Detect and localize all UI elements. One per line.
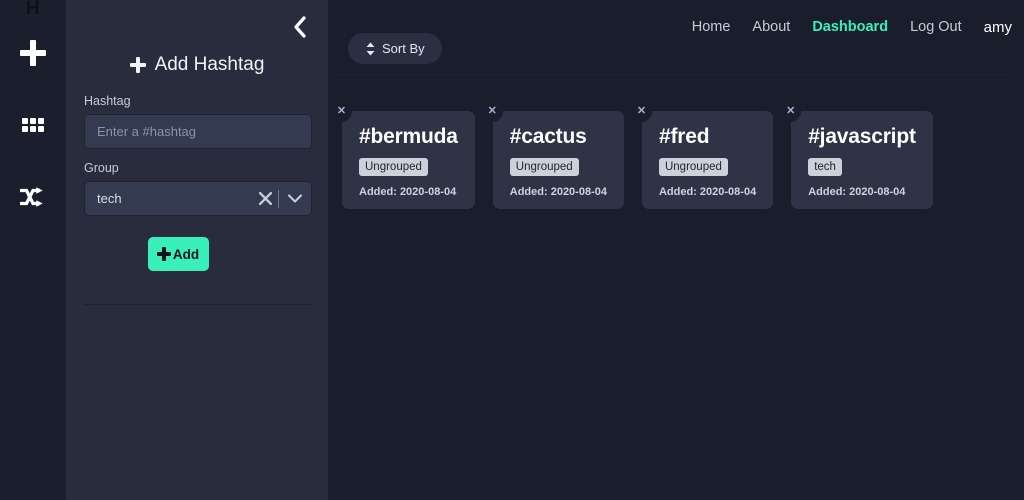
nav-link-about[interactable]: About — [752, 19, 790, 35]
hashtag-card-list: ✕ #bermuda Ungrouped Added: 2020-08-04 ✕… — [331, 101, 1014, 209]
group-field-group: Group tech — [84, 161, 312, 216]
group-badge: tech — [808, 158, 842, 176]
hashtag-card-fred[interactable]: ✕ #fred Ungrouped Added: 2020-08-04 — [630, 101, 774, 209]
added-date: Added: 2020-08-04 — [808, 186, 906, 198]
remove-icon[interactable]: ✕ — [780, 101, 802, 122]
plus-icon — [129, 57, 146, 73]
group-badge: Ungrouped — [509, 158, 579, 176]
sort-icon — [366, 42, 375, 55]
panel-title-text: Add Hashtag — [154, 54, 265, 75]
plus-icon — [156, 247, 171, 261]
chevron-down-icon[interactable] — [279, 182, 311, 215]
chevron-left-icon — [293, 16, 306, 38]
add-button-label: Add — [172, 246, 200, 262]
hashtag-title: #cactus — [509, 125, 587, 148]
rail-button-add[interactable] — [0, 38, 66, 68]
add-hashtag-panel: Add Hashtag Hashtag Group tech — [66, 0, 328, 500]
added-date: Added: 2020-08-04 — [658, 186, 757, 198]
add-icon — [19, 39, 47, 67]
grid-icon — [22, 118, 44, 132]
hashtag-title: #bermuda — [359, 125, 458, 148]
main-content: Home About Dashboard Log Out amy Sort By… — [328, 0, 1024, 500]
remove-icon[interactable]: ✕ — [630, 101, 652, 122]
shuffle-icon — [20, 187, 43, 207]
nav-link-logout[interactable]: Log Out — [910, 19, 962, 35]
top-navigation: Home About Dashboard Log Out amy — [692, 0, 1012, 54]
app-root: H Add Hashtag Hashtag Enter a #hashtag G… — [0, 0, 1024, 500]
sort-by-label: Sort By — [382, 41, 425, 56]
hashtag-field-group: Hashtag — [84, 94, 312, 149]
group-badge: Ungrouped — [359, 158, 428, 176]
hashtag-title: #javascript — [808, 125, 916, 148]
group-select-value: tech — [97, 191, 122, 206]
added-date: Added: 2020-08-04 — [509, 186, 607, 198]
hashtag-card-javascript[interactable]: ✕ #javascript tech Added: 2020-08-04 — [780, 101, 933, 209]
add-hashtag-button[interactable]: Add — [148, 237, 209, 271]
group-select[interactable]: tech — [84, 181, 312, 216]
group-field-label: Group — [84, 161, 119, 175]
header-divider — [332, 74, 1012, 75]
icon-rail: H — [0, 0, 66, 500]
clear-icon[interactable] — [252, 182, 278, 215]
rail-button-shuffle[interactable] — [0, 182, 66, 212]
hashtag-title: #fred — [658, 125, 710, 148]
remove-icon[interactable]: ✕ — [331, 101, 352, 122]
hashtag-card-cactus[interactable]: ✕ #cactus Ungrouped Added: 2020-08-04 — [481, 101, 624, 209]
hashtag-field-label: Hashtag — [84, 94, 131, 108]
hashtag-card-bermuda[interactable]: ✕ #bermuda Ungrouped Added: 2020-08-04 — [331, 101, 475, 209]
collapse-panel-button[interactable] — [284, 12, 314, 42]
panel-divider — [84, 304, 312, 305]
hashtag-input[interactable] — [84, 114, 312, 149]
nav-link-home[interactable]: Home — [692, 19, 731, 35]
remove-icon[interactable]: ✕ — [481, 101, 503, 122]
nav-link-dashboard[interactable]: Dashboard — [812, 19, 888, 35]
panel-title: Add Hashtag — [66, 54, 328, 76]
current-user-label: amy — [983, 18, 1012, 36]
rail-button-grid[interactable] — [0, 110, 66, 140]
group-badge: Ungrouped — [658, 158, 728, 176]
added-date: Added: 2020-08-04 — [359, 186, 457, 198]
sort-by-button[interactable]: Sort By — [348, 33, 442, 64]
app-logo: H — [25, 0, 41, 19]
